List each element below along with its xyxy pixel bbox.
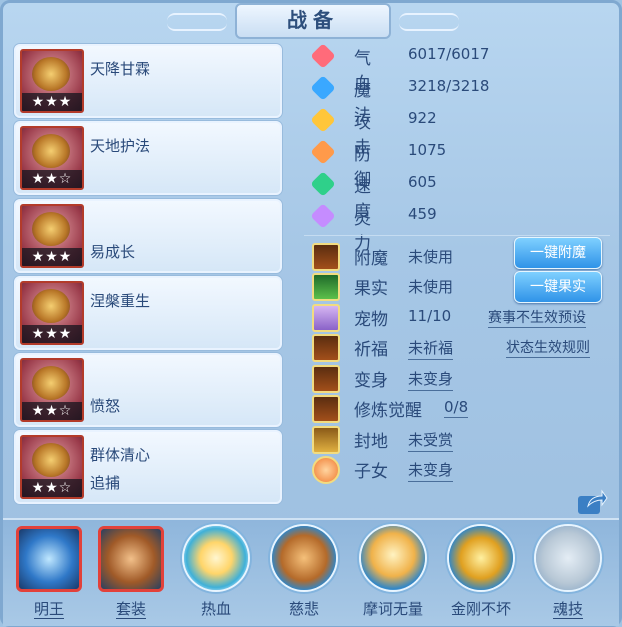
- bottom-item-ming-wang[interactable]: 明王: [12, 526, 86, 624]
- skill-card[interactable]: ★★★ 涅槃重生: [14, 276, 282, 350]
- skill-icon: ★★☆: [20, 435, 84, 499]
- skill-icon: ★★☆: [20, 358, 84, 422]
- skill-icon: ★★★: [20, 204, 84, 268]
- equipment-set-icon: [98, 526, 164, 592]
- pet-icon: [312, 304, 340, 332]
- bottom-item-equipment-set[interactable]: 套装: [94, 526, 168, 624]
- enchant-icon: [312, 243, 340, 271]
- skill-card[interactable]: ★★☆ 天地护法: [14, 121, 282, 195]
- mercy-icon: [272, 526, 336, 590]
- mana-icon: [310, 75, 336, 101]
- pray-icon: [312, 334, 340, 362]
- skill-icon: ★★☆: [20, 126, 84, 190]
- skill-card[interactable]: ★★★ 易成长: [14, 199, 282, 273]
- cultivate-icon: [312, 395, 340, 423]
- status-rules-link[interactable]: 状态生效规则: [506, 337, 590, 358]
- soul-skill-icon: [536, 526, 600, 590]
- skill-card[interactable]: ★★☆ 群体清心 追捕: [14, 430, 282, 504]
- skill-name: 愤怒: [90, 397, 121, 415]
- bottom-item-mohe[interactable]: 摩诃无量: [356, 526, 430, 624]
- sword-icon: [310, 107, 336, 133]
- vajra-icon: [449, 526, 513, 590]
- one-click-fruit-button[interactable]: 一键果实: [514, 271, 602, 303]
- bottom-item-mercy[interactable]: 慈悲: [267, 526, 341, 624]
- speed-icon: [310, 171, 336, 197]
- shield-icon: [310, 139, 336, 165]
- skill-sub-label: 追捕: [90, 474, 121, 492]
- skill-name: 涅槃重生: [90, 292, 151, 310]
- bottom-item-vajra[interactable]: 金刚不坏: [444, 526, 518, 624]
- skill-card[interactable]: ★★★ 天降甘霖: [14, 44, 282, 118]
- ming-wang-icon: [16, 526, 82, 592]
- skill-name: 天降甘霖: [90, 60, 151, 78]
- panel-title: 战备: [167, 3, 459, 39]
- mohe-icon: [361, 526, 425, 590]
- skill-icon: ★★★: [20, 281, 84, 345]
- skill-card[interactable]: ★★☆ 愤怒: [14, 353, 282, 427]
- spirit-icon: [310, 203, 336, 229]
- heart-icon: [310, 43, 336, 69]
- passion-icon: [184, 526, 248, 590]
- child-icon: [312, 456, 340, 484]
- skill-name: 群体清心: [90, 446, 151, 464]
- skill-icon: ★★★: [20, 49, 84, 113]
- divider: [304, 235, 610, 236]
- bottom-item-soul-skill[interactable]: 魂技: [531, 526, 605, 624]
- one-click-enchant-button[interactable]: 一键附魔: [514, 237, 602, 269]
- fruit-icon: [312, 273, 340, 301]
- transform-icon: [312, 365, 340, 393]
- skill-name: 易成长: [90, 243, 136, 261]
- skill-name: 天地护法: [90, 137, 151, 155]
- pet-preset-link[interactable]: 赛事不生效预设: [488, 307, 586, 328]
- fief-icon: [312, 426, 340, 454]
- share-icon[interactable]: [576, 488, 608, 516]
- bottom-item-passion[interactable]: 热血: [179, 526, 253, 624]
